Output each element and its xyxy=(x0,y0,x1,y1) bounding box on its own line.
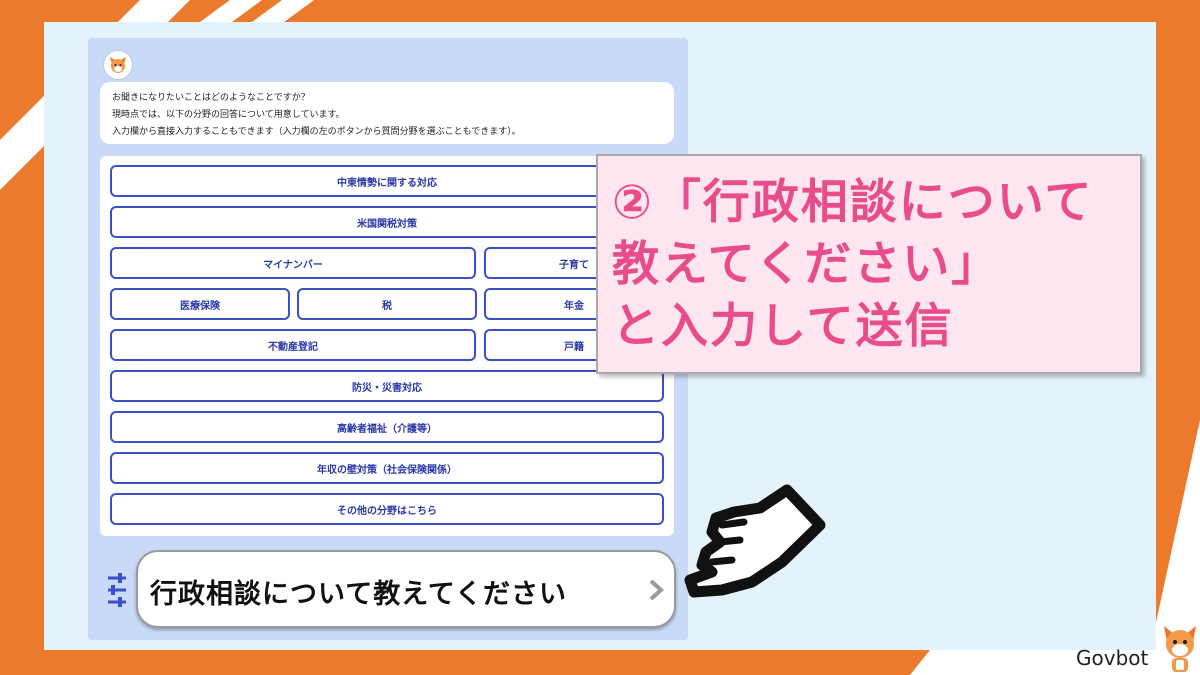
send-chevron-icon[interactable] xyxy=(646,578,666,602)
instruction-callout: ②「行政相談について 教えてください」 と入力して送信 xyxy=(596,154,1142,374)
choice-elderly-button[interactable]: 高齢者福祉（介護等） xyxy=(110,411,664,443)
pointing-hand-icon xyxy=(684,484,826,598)
choice-middle-east-button[interactable]: 中東情勢に関する対応 xyxy=(110,165,664,197)
bot-message-line: 入力欄から直接入力することもできます（入力欄の左のボタンから質問分野を選ぶことも… xyxy=(112,127,521,137)
choice-income-wall-button[interactable]: 年収の壁対策（社会保険関係） xyxy=(110,452,664,484)
settings-sliders-icon[interactable] xyxy=(106,572,128,608)
choice-disaster-button[interactable]: 防災・災害対応 xyxy=(110,370,664,402)
choice-mynumber-button[interactable]: マイナンバー xyxy=(110,247,476,279)
bot-message-line: お聞きになりたいことはどのようなことですか？ xyxy=(112,93,310,103)
choice-list: 中東情勢に関する対応 米国関税対策 マイナンバー 子育て 医療保険 税 年金 不… xyxy=(100,156,674,536)
bot-message-line: 現時点では、以下の分野の回答について用意しています。 xyxy=(112,110,345,120)
choice-tax-button[interactable]: 税 xyxy=(297,288,477,320)
input-row: 行政相談について教えてください xyxy=(96,550,681,630)
message-input-value: 行政相談について教えてください xyxy=(150,579,568,610)
choice-real-estate-button[interactable]: 不動産登記 xyxy=(110,329,476,361)
choice-other-button[interactable]: その他の分野はこちら xyxy=(110,493,664,525)
bot-message: お聞きになりたいことはどのようなことですか？ 現時点では、以下の分野の回答につい… xyxy=(100,82,674,144)
brand-name: Govbot xyxy=(1076,646,1149,670)
choice-medical-button[interactable]: 医療保険 xyxy=(110,288,290,320)
brand-mascot-icon xyxy=(1164,626,1196,672)
bot-avatar-icon xyxy=(103,50,133,80)
callout-text: ②「行政相談について 教えてください」 と入力して送信 xyxy=(612,175,1094,354)
message-input[interactable]: 行政相談について教えてください xyxy=(136,550,676,628)
choice-us-tariff-button[interactable]: 米国関税対策 xyxy=(110,206,664,238)
